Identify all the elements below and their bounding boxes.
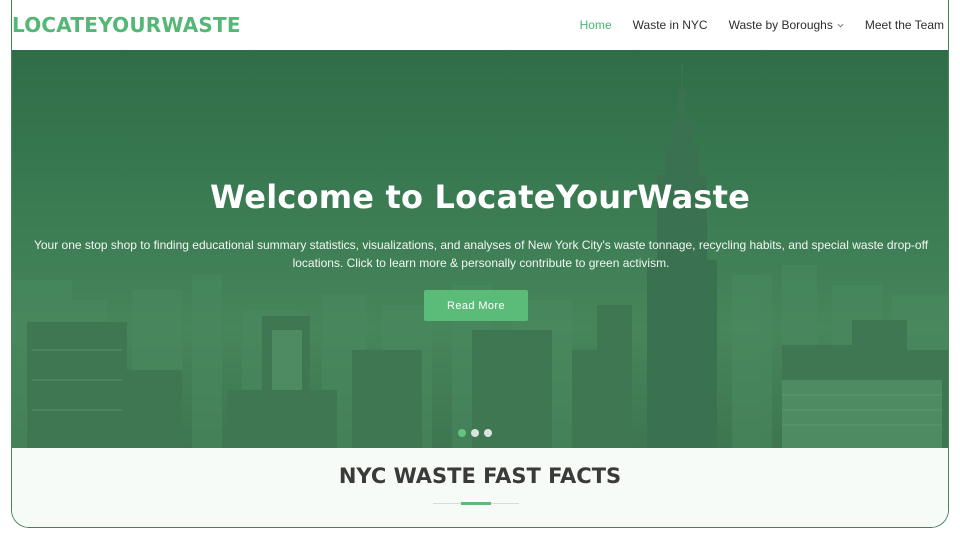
hero-subtitle: Your one stop shop to finding educationa…	[33, 238, 929, 270]
nav-item-label: Meet the Team	[864, 18, 944, 32]
carousel-dot-1[interactable]	[458, 429, 466, 437]
site-header: LOCATEYOURWASTE Home Waste in NYC Waste …	[12, 0, 948, 50]
main-nav: Home Waste in NYC Waste by Boroughs Meet…	[559, 0, 948, 50]
nav-item-home[interactable]: Home	[580, 18, 612, 32]
site-logo[interactable]: LOCATEYOURWASTE	[12, 13, 241, 37]
read-more-button[interactable]: Read More	[424, 290, 528, 321]
nav-item-label: Home	[579, 18, 612, 32]
section-divider-accent	[461, 502, 491, 505]
chevron-down-icon	[837, 23, 844, 27]
browser-page-frame: LOCATEYOURWASTE Home Waste in NYC Waste …	[11, 0, 949, 528]
nav-item-waste-in-nyc[interactable]: Waste in NYC	[633, 18, 708, 32]
fast-facts-section: NYC WASTE FAST FACTS	[12, 448, 948, 527]
carousel-indicators	[458, 429, 497, 437]
carousel-dot-2[interactable]	[471, 429, 479, 437]
hero-content: Welcome to LocateYourWaste Your one stop…	[12, 50, 948, 448]
hero-title: Welcome to LocateYourWaste	[209, 178, 751, 216]
hero-carousel: Welcome to LocateYourWaste Your one stop…	[12, 50, 948, 448]
nav-item-waste-by-boroughs[interactable]: Waste by Boroughs	[729, 18, 844, 32]
nav-item-meet-the-team[interactable]: Meet the Team	[865, 18, 944, 32]
nav-item-label: Waste by Boroughs	[728, 18, 833, 32]
carousel-dot-3[interactable]	[484, 429, 492, 437]
nav-item-label: Waste in NYC	[632, 18, 708, 32]
fast-facts-title: NYC WASTE FAST FACTS	[338, 464, 622, 488]
